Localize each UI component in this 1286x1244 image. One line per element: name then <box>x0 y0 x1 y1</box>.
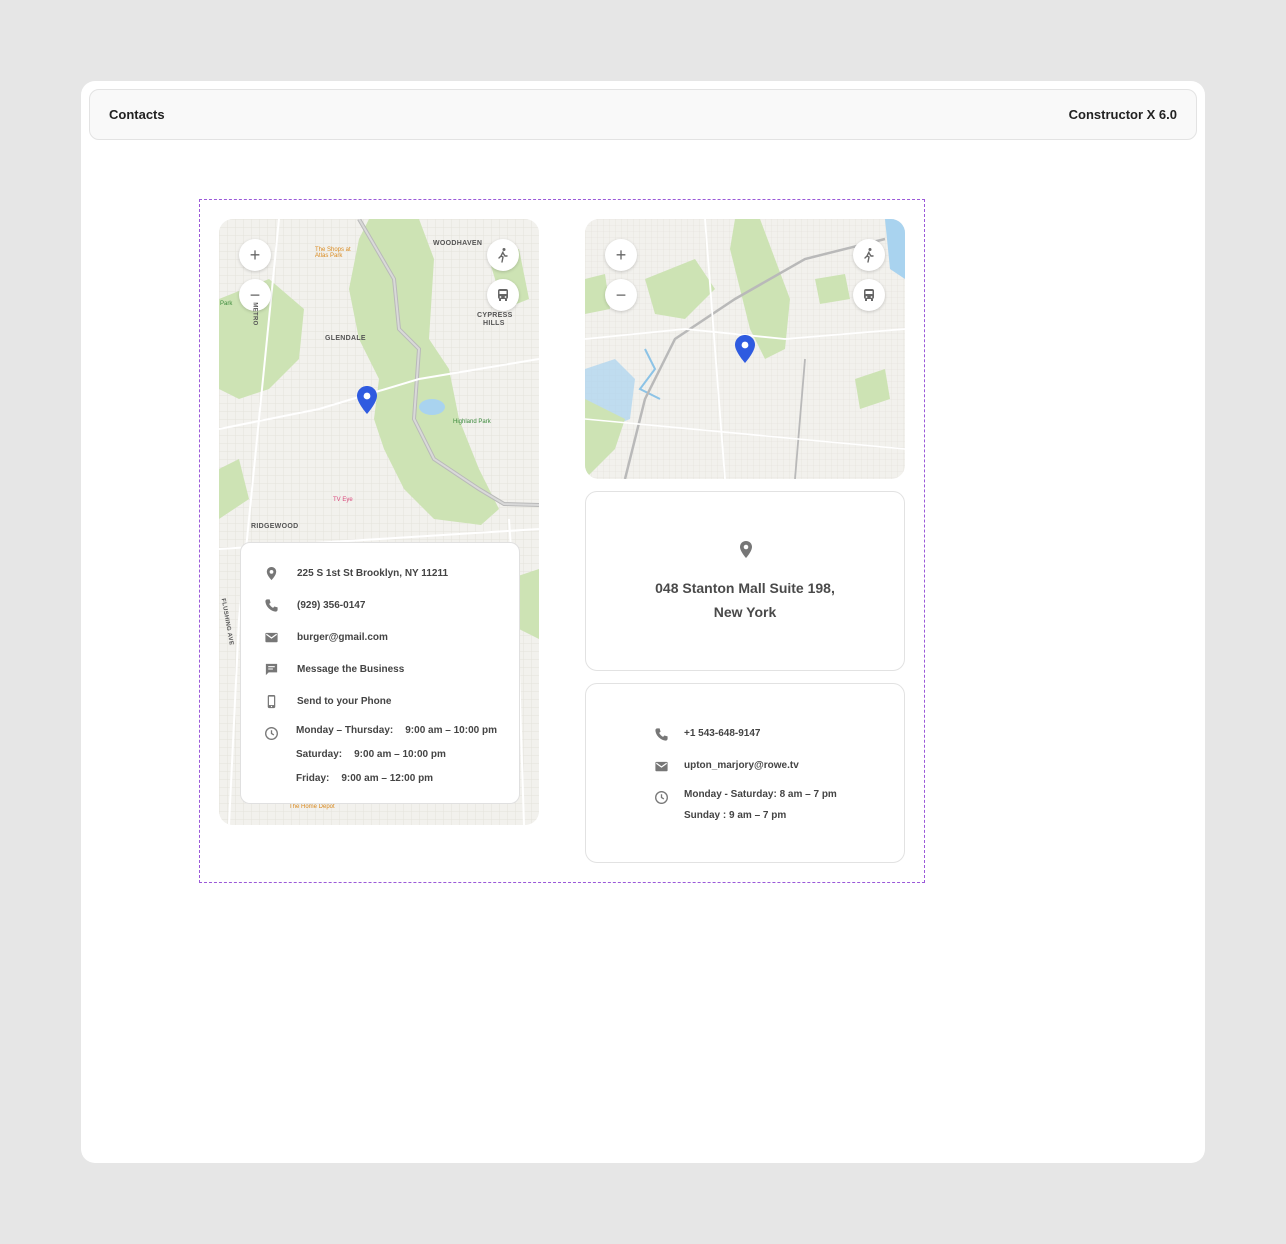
clock-icon <box>263 725 279 741</box>
poi-highland-park: Highland Park <box>453 419 491 425</box>
address-line-1: 048 Stanton Mall Suite 198, <box>655 580 835 596</box>
contact-phone[interactable]: +1 543-648-9147 <box>684 728 760 739</box>
hours-day-1: Monday – Thursday: <box>296 725 394 736</box>
info-send-row[interactable]: Send to your Phone <box>263 693 391 709</box>
poi-park: Park <box>220 301 233 307</box>
poi-tv-eye: TV Eye <box>333 497 353 503</box>
map-label-ridgewood: RIDGEWOOD <box>251 523 299 530</box>
info-card: 225 S 1st St Brooklyn, NY 11211 (929) 35… <box>240 542 520 804</box>
email-icon-contact <box>654 759 669 774</box>
poi-atlas-park: Atlas Park <box>315 253 343 259</box>
info-message-row[interactable]: Message the Business <box>263 661 404 677</box>
phone-icon-contact <box>654 727 669 742</box>
address-line-2: New York <box>713 604 777 620</box>
info-email[interactable]: burger@gmail.com <box>297 632 388 643</box>
map-label-glendale: GLENDALE <box>325 335 366 342</box>
map-right[interactable]: + − <box>585 219 905 479</box>
hours-line-1: Monday – Thursday: 9:00 am – 10:00 pm <box>296 725 497 736</box>
map-label-woodhaven: WOODHAVEN <box>433 240 483 247</box>
location-pin-icon-right[interactable] <box>735 335 755 363</box>
hours-time-1: 9:00 am – 10:00 pm <box>405 725 497 736</box>
contact-hours-2: Sunday : 9 am – 7 pm <box>684 810 787 821</box>
top-bar: Contacts Constructor X 6.0 <box>89 89 1197 140</box>
zoom-in-button-right[interactable]: + <box>605 239 637 271</box>
info-email-row[interactable]: burger@gmail.com <box>263 629 388 645</box>
transit-icon[interactable] <box>487 279 519 311</box>
info-send[interactable]: Send to your Phone <box>297 696 391 707</box>
message-icon <box>263 661 279 677</box>
page-title: Contacts <box>109 107 165 122</box>
map-label-metro: METRO <box>251 302 258 326</box>
info-phone-row[interactable]: (929) 356-0147 <box>263 597 365 613</box>
address-text: 048 Stanton Mall Suite 198, New York <box>586 576 904 624</box>
info-message[interactable]: Message the Business <box>297 664 404 675</box>
info-address: 225 S 1st St Brooklyn, NY 11211 <box>297 567 449 579</box>
address-card: 048 Stanton Mall Suite 198, New York <box>585 491 905 671</box>
hours-day-3: Friday: <box>296 773 330 784</box>
contact-hours-1: Monday - Saturday: 8 am – 7 pm <box>684 789 837 800</box>
transit-icon-right[interactable] <box>853 279 885 311</box>
contact-email[interactable]: upton_marjory@rowe.tv <box>684 760 799 771</box>
smartphone-icon <box>263 693 279 709</box>
walking-icon-right[interactable] <box>853 239 885 271</box>
location-pin-icon[interactable] <box>357 386 377 414</box>
poi-home-depot: The Home Depot <box>289 804 335 810</box>
email-icon <box>263 629 279 645</box>
walking-icon[interactable] <box>487 239 519 271</box>
phone-icon <box>263 597 279 613</box>
hours-time-3: 9:00 am – 12:00 pm <box>341 773 434 784</box>
location-icon <box>263 565 279 581</box>
map-label-cypress: CYPRESS <box>477 312 513 319</box>
clock-icon-contact <box>654 790 669 805</box>
info-phone[interactable]: (929) 356-0147 <box>297 600 365 611</box>
contact-card: +1 543-648-9147 upton_marjory@rowe.tv Mo… <box>585 683 905 863</box>
location-icon-address <box>740 541 752 558</box>
hours-line-2: Saturday: 9:00 am – 10:00 pm <box>296 749 446 760</box>
hours-time-2: 9:00 am – 10:00 pm <box>354 749 446 760</box>
hours-line-3: Friday: 9:00 am – 12:00 pm <box>296 773 433 784</box>
map-label-hills: HILLS <box>483 320 505 327</box>
version-label: Constructor X 6.0 <box>1068 107 1177 122</box>
zoom-in-button[interactable]: + <box>239 239 271 271</box>
info-address-row: 225 S 1st St Brooklyn, NY 11211 <box>263 565 448 581</box>
zoom-out-button-right[interactable]: − <box>605 279 637 311</box>
hours-day-2: Saturday: <box>296 749 343 760</box>
info-hours-row <box>263 725 279 741</box>
